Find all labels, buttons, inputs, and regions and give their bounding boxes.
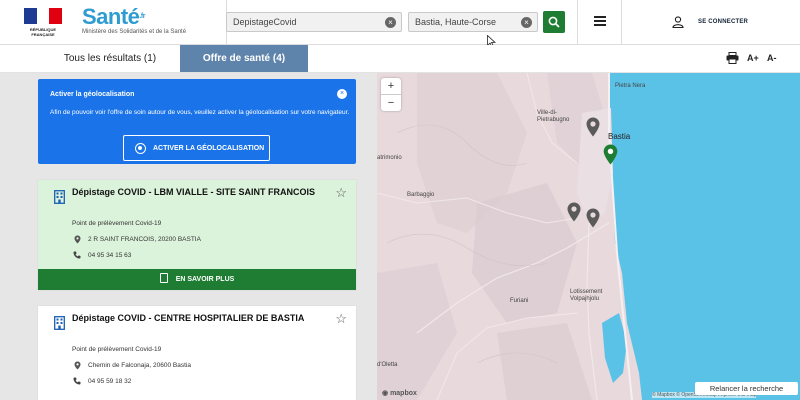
results-map[interactable]: + − Pietra Nera Ville-di- Pietrabugno Ba…	[377, 73, 800, 400]
tab-health-offer[interactable]: Offre de santé (4)	[180, 45, 308, 72]
selected-map-marker-icon[interactable]	[603, 144, 618, 165]
increase-font-button[interactable]: A+	[747, 53, 759, 63]
flag-icon	[24, 8, 63, 24]
close-icon[interactable]: ×	[337, 89, 347, 99]
location-pin-icon	[74, 235, 81, 244]
results-tabs: Tous les résultats (1) Offre de santé (4…	[0, 45, 800, 73]
mapbox-logo[interactable]: ◉ mapbox	[382, 389, 417, 397]
more-info-button[interactable]: EN SAVOIR PLUS	[38, 269, 356, 290]
result-card[interactable]: Dépistage COVID - LBM VIALLE - SITE SAIN…	[38, 180, 356, 290]
activate-geolocation-button[interactable]: ACTIVER LA GÉOLOCALISATION	[123, 135, 270, 161]
result-type: Point de prélèvement Covid-19	[72, 220, 162, 227]
map-label-furiani: Furiani	[510, 298, 529, 304]
clear-location-icon[interactable]: ×	[521, 17, 532, 28]
map-marker-icon[interactable]	[586, 208, 600, 228]
sante-logo[interactable]: Santé.fr Ministère des Solidarités et de…	[82, 6, 186, 36]
more-info-label: EN SAVOIR PLUS	[175, 276, 235, 283]
building-icon	[54, 316, 65, 330]
search-button[interactable]	[543, 11, 565, 33]
relaunch-search-button[interactable]: Relancer la recherche	[695, 382, 798, 395]
result-title[interactable]: Dépistage COVID - CENTRE HOSPITALIER DE …	[72, 313, 322, 324]
result-phone[interactable]: 04 95 34 15 63	[88, 252, 131, 259]
favorite-star-icon[interactable]: ☆	[335, 311, 347, 327]
map-label-pietra-nera: Pietra Nera	[615, 83, 646, 89]
search-input[interactable]: DepistageCovid ×	[226, 12, 402, 32]
map-label-patrimonio: atrimonio	[377, 155, 402, 161]
result-address: 2 R SAINT FRANCOIS, 20200 BASTIA	[88, 236, 201, 243]
map-label-bastia: Bastia	[608, 132, 631, 141]
mapbox-label: mapbox	[390, 390, 417, 397]
search-value: DepistageCovid	[233, 17, 297, 27]
map-label-barbaggio: Barbaggio	[407, 192, 435, 198]
user-icon[interactable]	[672, 16, 684, 28]
zoom-in-button[interactable]: +	[381, 78, 401, 95]
phone-icon	[73, 251, 81, 259]
zoom-out-button[interactable]: −	[381, 95, 401, 111]
map-marker-icon[interactable]	[586, 117, 600, 137]
brand-suffix: .fr	[139, 13, 145, 20]
decrease-font-button[interactable]: A-	[767, 53, 777, 63]
geolocation-title: Activer la géolocalisation	[50, 91, 135, 98]
republic-text: RÉPUBLIQUE FRANÇAISE	[29, 27, 57, 37]
favorite-star-icon[interactable]: ☆	[335, 185, 347, 201]
connect-link[interactable]: SE CONNECTER	[698, 19, 748, 25]
result-card[interactable]: Dépistage COVID - CENTRE HOSPITALIER DE …	[38, 306, 356, 400]
map-label-oletta: d'Oletta	[377, 362, 398, 368]
result-address: Chemin de Falconaja, 20600 Bastia	[88, 362, 191, 369]
phone-icon	[73, 377, 81, 385]
map-label-ville-di-pietrabugno: Ville-di- Pietrabugno	[537, 110, 570, 123]
results-panel: Activer la géolocalisation Afin de pouvo…	[0, 73, 377, 400]
map-label-lotissement: Lotissement Volpajhjolu	[570, 289, 603, 302]
result-type: Point de prélèvement Covid-19	[72, 346, 162, 353]
clear-search-icon[interactable]: ×	[385, 17, 396, 28]
geolocation-text: Afin de pouvoir voir l'offre de soin aut…	[50, 109, 350, 116]
tab-all-results[interactable]: Tous les résultats (1)	[55, 45, 165, 72]
brand-subtitle: Ministère des Solidarités et de la Santé	[82, 29, 187, 35]
geolocation-banner: Activer la géolocalisation Afin de pouvo…	[38, 79, 356, 164]
location-value: Bastia, Haute-Corse	[415, 17, 497, 27]
print-icon[interactable]	[726, 52, 739, 64]
location-target-icon	[135, 143, 146, 154]
zoom-control: + −	[381, 78, 401, 111]
location-pin-icon	[74, 361, 81, 370]
menu-icon[interactable]	[594, 16, 606, 26]
map-marker-icon[interactable]	[567, 202, 581, 222]
result-title[interactable]: Dépistage COVID - LBM VIALLE - SITE SAIN…	[72, 187, 322, 198]
document-icon	[159, 273, 168, 284]
brand-name: Santé	[82, 4, 140, 29]
search-icon	[548, 16, 560, 28]
result-phone[interactable]: 04 95 59 18 32	[88, 378, 131, 385]
location-input[interactable]: Bastia, Haute-Corse ×	[408, 12, 538, 32]
site-header: RÉPUBLIQUE FRANÇAISE Santé.fr Ministère …	[0, 0, 800, 48]
republique-francaise-logo[interactable]: RÉPUBLIQUE FRANÇAISE	[18, 8, 68, 40]
building-icon	[54, 190, 65, 204]
activate-geolocation-label: ACTIVER LA GÉOLOCALISATION	[153, 145, 265, 152]
